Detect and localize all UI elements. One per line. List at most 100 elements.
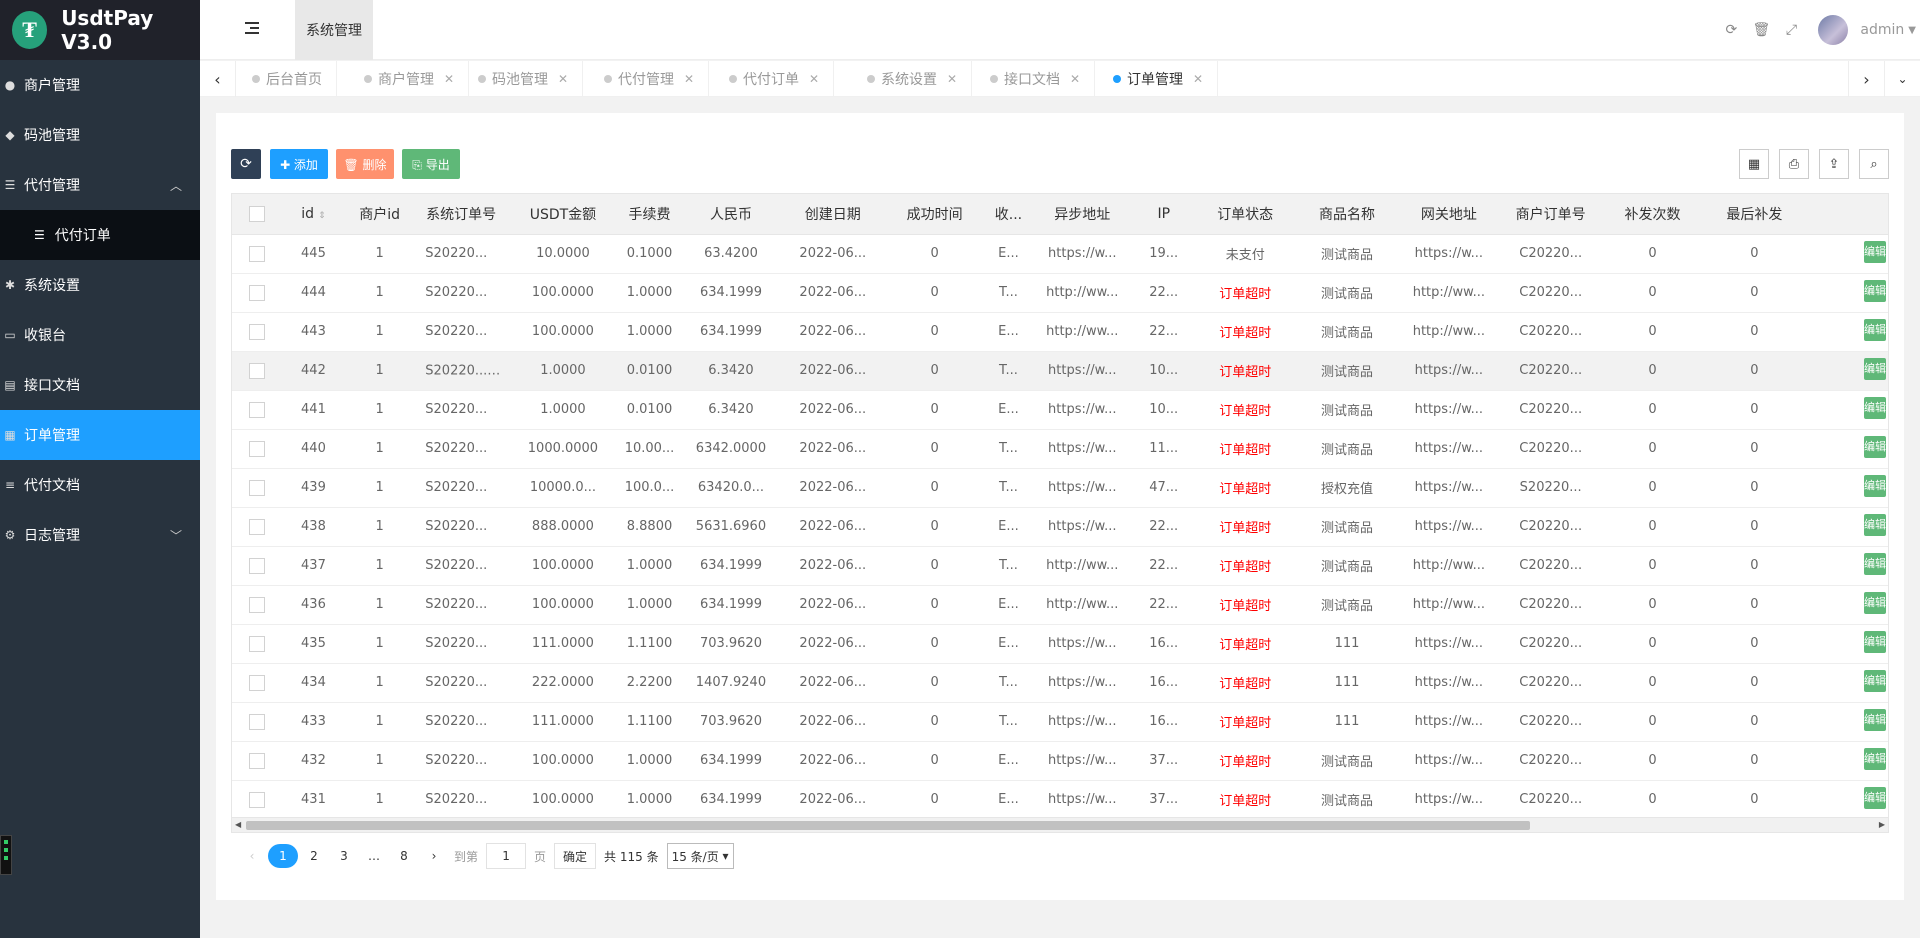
export-tool-icon[interactable]: ⇪ <box>1819 149 1849 179</box>
next-page-icon[interactable]: › <box>420 844 448 868</box>
page-button[interactable]: 8 <box>390 844 418 868</box>
export-button[interactable]: ⎘ 导出 <box>402 149 460 179</box>
sort-icon[interactable]: ⇕ <box>318 211 326 221</box>
table-row[interactable]: 431 1 S20220... 100.0000 1.0000 634.1999 2022-… <box>232 780 1888 820</box>
goto-page-input[interactable] <box>486 843 527 869</box>
table-row[interactable]: 441 1 S20220... 1.0000 0.0100 6.3420 2022-06..… <box>232 390 1888 430</box>
close-icon[interactable]: ✕ <box>947 72 957 86</box>
row-checkbox[interactable] <box>249 440 266 457</box>
table-row[interactable]: 437 1 S20220... 100.0000 1.0000 634.1999 2022-… <box>232 546 1888 586</box>
close-icon[interactable]: ✕ <box>1193 72 1203 86</box>
edit-button[interactable]: 编辑 <box>1864 357 1886 380</box>
table-row[interactable]: 439 1 S20220... 10000.0... 100.0... 63420.0..… <box>232 468 1888 508</box>
row-checkbox[interactable] <box>249 713 266 730</box>
tab-6[interactable]: 接口文档 ✕ <box>976 61 1096 97</box>
row-checkbox[interactable] <box>249 791 266 808</box>
trash-icon[interactable]: 🗑 <box>1746 22 1776 38</box>
goto-confirm-button[interactable]: 确定 <box>554 843 597 869</box>
row-checkbox[interactable] <box>249 557 266 574</box>
sidebar-item-1[interactable]: ◆ 码池管理 <box>0 110 200 160</box>
caret-down-icon[interactable]: ▼ <box>1908 25 1916 36</box>
edit-button[interactable]: 编辑 <box>1864 240 1886 263</box>
refresh-button[interactable]: ⟳ <box>231 149 261 179</box>
select-all-checkbox[interactable] <box>249 205 266 222</box>
sidebar-item-5[interactable]: ▭ 收银台 <box>0 310 200 360</box>
table-row[interactable]: 434 1 S20220... 222.0000 2.2200 1407.9240 2022… <box>232 663 1888 703</box>
edit-button[interactable]: 编辑 <box>1864 279 1886 302</box>
page-button[interactable]: 1 <box>268 844 298 868</box>
per-page-select[interactable]: 15 条/页 ▾ <box>666 843 734 869</box>
column-header[interactable]: id ⇕ <box>282 194 344 235</box>
table-row[interactable]: 435 1 S20220... 111.0000 1.1100 703.9620 2022-… <box>232 624 1888 664</box>
tabs-menu-icon[interactable]: ⌄ <box>1884 61 1920 97</box>
row-checkbox[interactable] <box>249 401 266 418</box>
table-row[interactable]: 444 1 S20220... 100.0000 1.0000 634.1999 2022-… <box>232 273 1888 313</box>
table-row[interactable]: 433 1 S20220... 111.0000 1.1100 703.9620 2022-… <box>232 702 1888 742</box>
row-checkbox[interactable] <box>249 635 266 652</box>
sidebar-item-9[interactable]: ⚙ 日志管理 ﹀ <box>0 510 200 560</box>
close-icon[interactable]: ✕ <box>558 72 568 86</box>
row-checkbox[interactable] <box>249 518 266 535</box>
edit-button[interactable]: 编辑 <box>1864 474 1886 497</box>
tabs-next-icon[interactable]: › <box>1848 61 1884 97</box>
edit-button[interactable]: 编辑 <box>1864 708 1886 731</box>
edit-button[interactable]: 编辑 <box>1864 435 1886 458</box>
tab-4[interactable]: 代付订单 ✕ <box>715 61 835 97</box>
edit-button[interactable]: 编辑 <box>1864 513 1886 536</box>
row-checkbox[interactable] <box>249 596 266 613</box>
edit-button[interactable]: 编辑 <box>1864 396 1886 419</box>
row-checkbox[interactable] <box>249 362 266 379</box>
close-icon[interactable]: ✕ <box>684 72 694 86</box>
sidebar-item-8[interactable]: ≡ 代付文档 <box>0 460 200 510</box>
menu-toggle-icon[interactable] <box>245 22 259 34</box>
close-icon[interactable]: ✕ <box>1070 72 1080 86</box>
columns-filter-icon[interactable]: ▦ <box>1739 149 1769 179</box>
sidebar-item-0[interactable]: ● 商户管理 <box>0 60 200 110</box>
page-button[interactable]: 2 <box>300 844 328 868</box>
avatar[interactable] <box>1818 15 1849 45</box>
row-checkbox[interactable] <box>249 284 266 301</box>
scroll-thumb[interactable] <box>246 821 1530 830</box>
close-icon[interactable]: ✕ <box>444 72 454 86</box>
sidebar-item-7[interactable]: ▦ 订单管理 <box>0 410 200 460</box>
refresh-icon[interactable]: ⟳ <box>1716 22 1746 38</box>
user-name[interactable]: admin <box>1860 22 1904 38</box>
chevron-up-icon[interactable]: ︿ <box>170 177 182 194</box>
fullscreen-icon[interactable]: ⤢ <box>1776 22 1806 38</box>
tab-7[interactable]: 订单管理 ✕ <box>1099 61 1219 97</box>
sidebar-item-4[interactable]: ✱ 系统设置 <box>0 260 200 310</box>
sidebar-item-2[interactable]: ☰ 代付管理 ︿ <box>0 160 200 210</box>
page-button[interactable]: 3 <box>330 844 358 868</box>
edit-button[interactable]: 编辑 <box>1864 591 1886 614</box>
table-row[interactable]: 436 1 S20220... 100.0000 1.0000 634.1999 2022-… <box>232 585 1888 625</box>
row-checkbox[interactable] <box>249 245 266 262</box>
tab-1[interactable]: 商户管理 ✕ <box>350 61 470 97</box>
tab-5[interactable]: 系统设置 ✕ <box>853 61 973 97</box>
chevron-down-icon[interactable]: ﹀ <box>170 527 182 544</box>
print-icon[interactable]: ⎙ <box>1779 149 1809 179</box>
row-checkbox[interactable] <box>249 674 266 691</box>
scroll-left-icon[interactable]: ◀ <box>235 818 241 832</box>
table-row[interactable]: 442 1 S20220... ﹀ 1.0000 0.0100 6.3420 2022-06.… <box>232 351 1888 391</box>
row-checkbox[interactable] <box>249 752 266 769</box>
edit-button[interactable]: 编辑 <box>1864 552 1886 575</box>
tab-3[interactable]: 代付管理 ✕ <box>590 61 710 97</box>
delete-button[interactable]: 🗑 删除 <box>336 149 394 179</box>
sidebar-item-3[interactable]: ☰ 代付订单 <box>0 210 200 260</box>
tab-0[interactable]: 后台首页 <box>238 61 337 97</box>
edit-button[interactable]: 编辑 <box>1864 786 1886 809</box>
header-section-tab[interactable]: 系统管理 <box>295 0 373 60</box>
table-row[interactable]: 440 1 S20220... 1000.0000 10.00... 6342.0000 2… <box>232 429 1888 469</box>
edit-button[interactable]: 编辑 <box>1864 669 1886 692</box>
table-row[interactable]: 445 1 S20220... 10.0000 0.1000 63.4200 2022-06… <box>232 234 1888 274</box>
edit-button[interactable]: 编辑 <box>1864 630 1886 653</box>
tabs-prev-icon[interactable]: ‹ <box>200 61 236 97</box>
edit-button[interactable]: 编辑 <box>1864 318 1886 341</box>
close-icon[interactable]: ✕ <box>809 72 819 86</box>
row-checkbox[interactable] <box>249 323 266 340</box>
tab-2[interactable]: 码池管理 ✕ <box>464 61 584 97</box>
table-row[interactable]: 438 1 S20220... 888.0000 8.8800 5631.6960 2022… <box>232 507 1888 547</box>
row-checkbox[interactable] <box>249 479 266 496</box>
table-row[interactable]: 432 1 S20220... 100.0000 1.0000 634.1999 2022-… <box>232 741 1888 781</box>
prev-page-icon[interactable]: ‹ <box>238 844 266 868</box>
